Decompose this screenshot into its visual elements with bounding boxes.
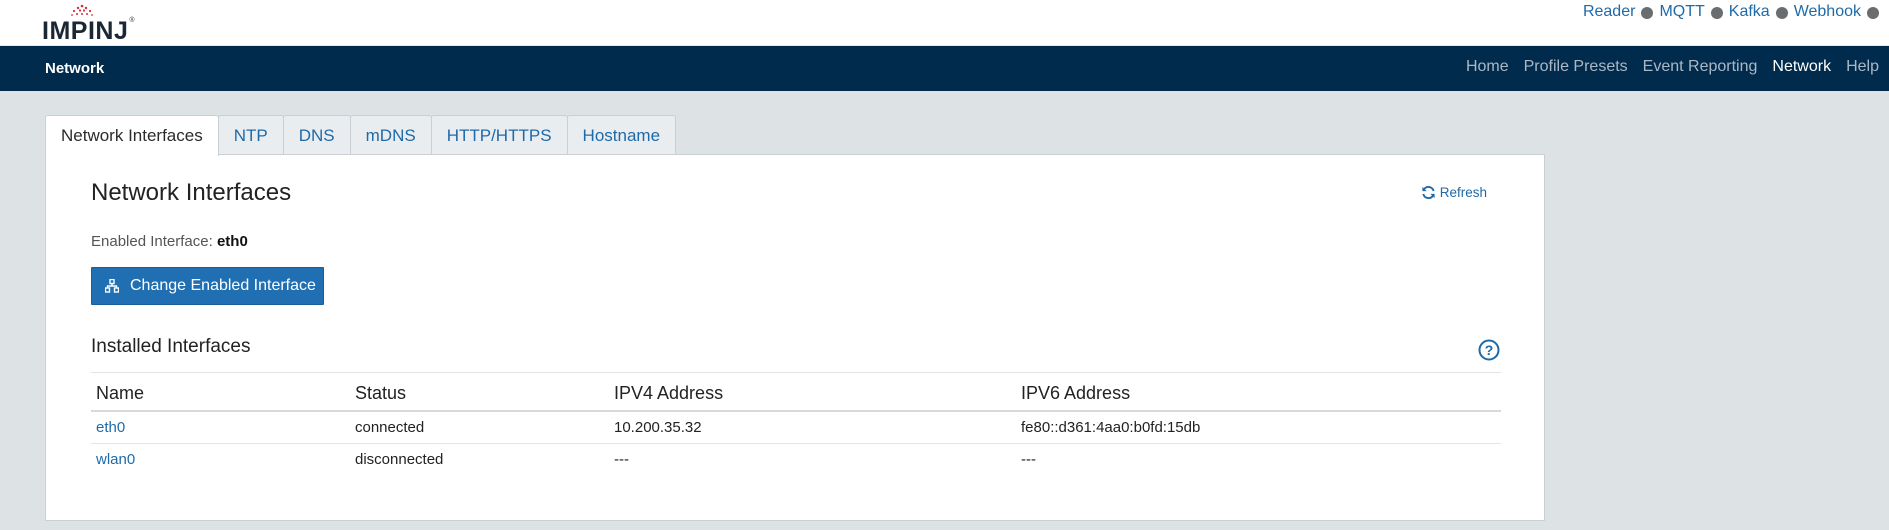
webhook-link[interactable]: Webhook bbox=[1794, 3, 1861, 21]
reader-link[interactable]: Reader bbox=[1583, 3, 1635, 21]
table-row: eth0 connected 10.200.35.32 fe80::d361:4… bbox=[91, 411, 1501, 444]
tab-network-interfaces[interactable]: Network Interfaces bbox=[45, 115, 219, 156]
kafka-link[interactable]: Kafka bbox=[1729, 3, 1770, 21]
interface-name-link[interactable]: eth0 bbox=[91, 411, 350, 444]
brand-registered-mark: ® bbox=[129, 17, 136, 24]
interface-ipv4: --- bbox=[614, 451, 629, 469]
brand-name: IMPINJ bbox=[42, 17, 129, 45]
main-navbar: Network Home Profile Presets Event Repor… bbox=[0, 46, 1889, 91]
nav-home[interactable]: Home bbox=[1466, 58, 1509, 76]
nav-network[interactable]: Network bbox=[1772, 58, 1831, 76]
interface-name-link[interactable]: wlan0 bbox=[91, 443, 350, 475]
tab-mdns[interactable]: mDNS bbox=[349, 115, 432, 155]
help-button[interactable]: ? bbox=[1478, 339, 1500, 366]
column-header-status: Status bbox=[350, 376, 609, 412]
interface-status: connected bbox=[350, 411, 609, 444]
nav-event-reporting[interactable]: Event Reporting bbox=[1643, 58, 1758, 76]
installed-interfaces-table: Name Status IPV4 Address IPV6 Address et… bbox=[91, 376, 1501, 475]
svg-text:?: ? bbox=[1485, 342, 1494, 358]
table-row: wlan0 disconnected --- --- bbox=[91, 443, 1501, 475]
installed-interfaces-heading: Installed Interfaces bbox=[91, 336, 251, 357]
reader-status-dot-icon bbox=[1641, 6, 1654, 19]
question-circle-icon: ? bbox=[1478, 339, 1500, 361]
section-divider bbox=[91, 372, 1501, 373]
refresh-button[interactable]: Refresh bbox=[1421, 185, 1487, 200]
main-nav: Home Profile Presets Event Reporting Net… bbox=[1451, 58, 1879, 76]
tab-ntp[interactable]: NTP bbox=[217, 115, 284, 155]
network-interfaces-panel: Network Interfaces Refresh Enabled Inter… bbox=[45, 154, 1545, 521]
refresh-icon bbox=[1422, 186, 1435, 199]
interface-ipv6: fe80::d361:4aa0:b0fd:15db bbox=[1016, 411, 1501, 444]
change-enabled-interface-button[interactable]: Change Enabled Interface bbox=[91, 267, 324, 305]
interface-ipv4: 10.200.35.32 bbox=[609, 411, 1016, 444]
network-tabs: Network Interfaces NTP DNS mDNS HTTP/HTT… bbox=[45, 115, 677, 156]
tab-http-https[interactable]: HTTP/HTTPS bbox=[430, 115, 568, 155]
enabled-interface: Enabled Interface: eth0 bbox=[91, 233, 248, 250]
refresh-label: Refresh bbox=[1439, 185, 1487, 200]
webhook-status-dot-icon bbox=[1867, 6, 1879, 19]
mqtt-link[interactable]: MQTT bbox=[1659, 3, 1704, 21]
top-bar: IMPINJ® Reader MQTT Kafka Webhook bbox=[0, 0, 1889, 46]
interface-status: disconnected bbox=[355, 451, 444, 469]
change-enabled-interface-label: Change Enabled Interface bbox=[130, 277, 316, 294]
nav-help[interactable]: Help bbox=[1846, 58, 1879, 76]
kafka-status-dot-icon bbox=[1775, 6, 1788, 19]
table-header-row: Name Status IPV4 Address IPV6 Address bbox=[91, 376, 1501, 412]
column-header-ipv6: IPV6 Address bbox=[1016, 376, 1501, 412]
panel-title: Network Interfaces bbox=[91, 179, 292, 206]
enabled-interface-value: eth0 bbox=[216, 233, 248, 250]
network-icon bbox=[105, 279, 119, 293]
column-header-ipv4: IPV4 Address bbox=[609, 376, 1016, 412]
interface-ipv6: --- bbox=[1021, 451, 1036, 469]
connection-status-links: Reader MQTT Kafka Webhook bbox=[1577, 3, 1879, 21]
column-header-name: Name bbox=[91, 376, 350, 412]
nav-profile-presets[interactable]: Profile Presets bbox=[1524, 58, 1628, 76]
enabled-interface-label: Enabled Interface: bbox=[91, 233, 213, 250]
page-title: Network bbox=[45, 60, 105, 77]
tab-dns[interactable]: DNS bbox=[282, 115, 351, 155]
tab-hostname[interactable]: Hostname bbox=[566, 115, 677, 155]
mqtt-status-dot-icon bbox=[1710, 6, 1723, 19]
